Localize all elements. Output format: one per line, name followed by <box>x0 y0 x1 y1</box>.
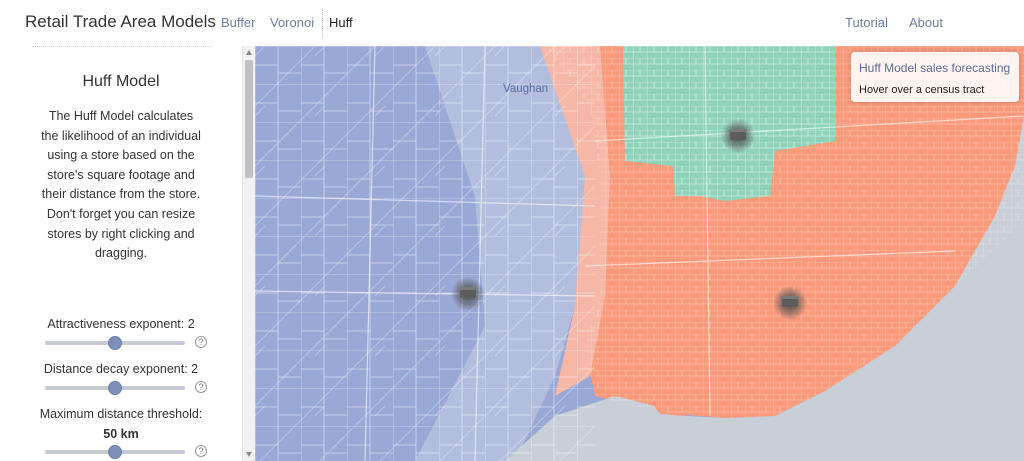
attractiveness-slider[interactable] <box>45 336 185 350</box>
slider-thumb[interactable] <box>108 381 122 395</box>
census-tract-map <box>255 46 1024 461</box>
sidebar-scrollbar[interactable] <box>242 46 255 461</box>
store-west[interactable] <box>451 277 485 311</box>
sidebar-title: Huff Model <box>82 73 160 90</box>
store-body <box>782 299 798 307</box>
slider-thumb[interactable] <box>108 445 122 459</box>
help-icon[interactable]: ? <box>195 336 207 348</box>
app-title[interactable]: Retail Trade Area Models <box>25 12 216 32</box>
info-panel: Huff Model sales forecasting Hover over … <box>851 52 1019 102</box>
nav-huff[interactable]: Huff <box>329 15 353 30</box>
scroll-thumb[interactable] <box>245 60 253 178</box>
nav-voronoi[interactable]: Voronoi <box>270 15 314 30</box>
sidebar-description: The Huff Model calculates the likelihood… <box>41 109 201 261</box>
sidebar-divider <box>32 46 212 47</box>
info-hint: Hover over a census tract <box>859 84 985 96</box>
max-distance-label: Maximum distance threshold: <box>39 407 203 421</box>
max-distance-value: 50 km <box>103 427 139 441</box>
city-label-vaughan: Vaughan <box>503 83 549 95</box>
sidebar: Huff Model The Huff Model calculates the… <box>0 46 242 461</box>
store-body <box>460 290 476 298</box>
nav-divider <box>322 9 323 37</box>
max-distance-slider[interactable] <box>45 445 185 459</box>
scroll-down-arrow-icon[interactable] <box>246 452 252 457</box>
help-icon[interactable]: ? <box>195 445 207 457</box>
info-title: Huff Model sales forecasting <box>859 61 1011 75</box>
distance-decay-slider[interactable] <box>45 381 185 395</box>
navbar: Retail Trade Area Models Buffer Voronoi … <box>0 0 1024 46</box>
store-body <box>730 132 746 140</box>
help-icon[interactable]: ? <box>195 381 207 393</box>
attractiveness-label: Attractiveness exponent: 2 <box>47 317 195 331</box>
store-east[interactable] <box>773 286 807 320</box>
nav-tutorial[interactable]: Tutorial <box>845 15 888 30</box>
distance-decay-label: Distance decay exponent: 2 <box>43 362 199 376</box>
nav-buffer[interactable]: Buffer <box>221 15 255 30</box>
map-canvas[interactable]: Vaughan Huff Model sales forecasting Hov… <box>255 46 1024 461</box>
nav-about[interactable]: About <box>909 15 943 30</box>
slider-thumb[interactable] <box>108 336 122 350</box>
store-north[interactable] <box>721 119 755 153</box>
scroll-up-arrow-icon[interactable] <box>246 50 252 55</box>
